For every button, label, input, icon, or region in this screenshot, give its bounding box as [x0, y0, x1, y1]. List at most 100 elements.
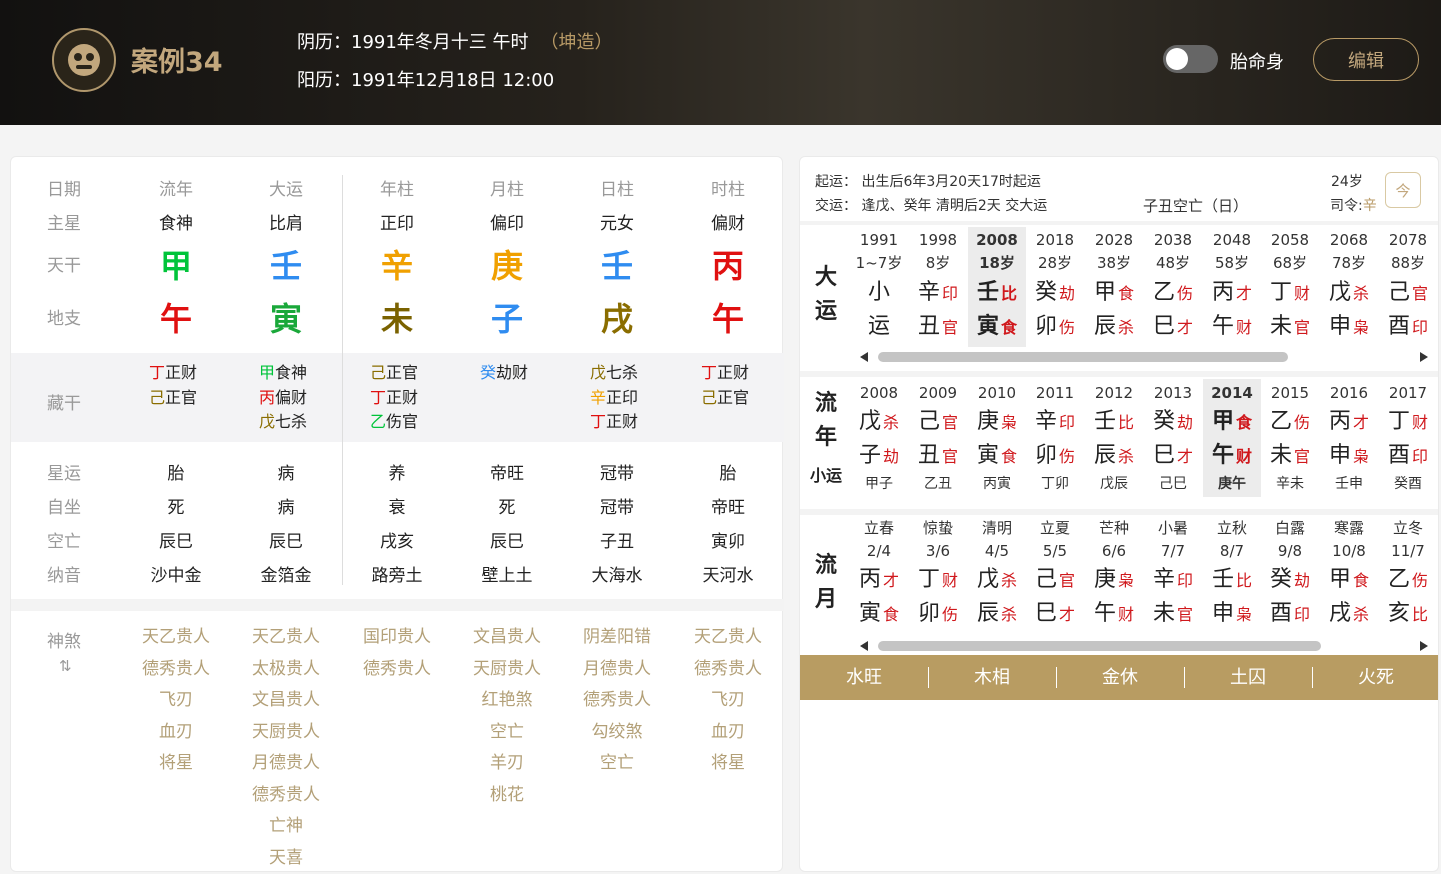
liuyue-item[interactable]: 芒种6/6庚枭午财 — [1085, 515, 1143, 633]
liunian-item[interactable]: 2008戊杀子劫甲子 — [850, 379, 908, 497]
zizuo: 死 — [121, 493, 231, 518]
zhi-god: 杀 — [1118, 318, 1134, 337]
liuyue-item[interactable]: 清明4/5戊杀辰杀 — [968, 515, 1026, 633]
pillar-gan: 庚枭 — [968, 405, 1026, 440]
jieqi-date: 7/7 — [1144, 540, 1202, 563]
gan-char: 丙 — [859, 567, 881, 592]
shensha-item: 德秀贵人 — [231, 780, 341, 812]
pillar-zhi: 未官 — [1261, 439, 1319, 474]
dayun-year: 2078 — [1379, 229, 1437, 252]
liunian-item[interactable]: 2011辛印卯伤丁卯 — [1026, 379, 1084, 497]
dayun-item[interactable]: 206878岁戊杀申枭 — [1320, 227, 1378, 347]
canggan-item: 乙伤官 — [370, 410, 480, 435]
dayun-item[interactable]: 19911~7岁小运 — [850, 227, 908, 347]
pillar-zhi: 申枭 — [1320, 439, 1378, 474]
pillar-zhi: 未官 — [1261, 310, 1319, 345]
gan-god: 比 — [1236, 571, 1252, 590]
liunian-item[interactable]: 2009己官丑官乙丑 — [909, 379, 967, 497]
horizontal-scrollbar[interactable] — [860, 641, 1430, 651]
liunian-item[interactable]: 2015乙伤未官辛未 — [1261, 379, 1319, 497]
liuyue-item[interactable]: 小暑7/7辛印未官 — [1144, 515, 1202, 633]
shensha-sort-icon[interactable]: ⇅ — [59, 657, 72, 675]
pillar-zhi: 寅食 — [968, 310, 1026, 345]
jieqi-name: 立冬 — [1379, 517, 1437, 540]
gender-tag: （坤造） — [541, 32, 613, 53]
zhi-char: 未 — [1153, 601, 1175, 626]
dayun-year: 2058 — [1261, 229, 1319, 252]
gan-char: 甲 — [1329, 567, 1351, 592]
liunian-item[interactable]: 2016丙才申枭壬申 — [1320, 379, 1378, 497]
dayun-item[interactable]: 200818岁壬比寅食 — [968, 227, 1026, 347]
zhi-char: 未 — [1270, 443, 1292, 468]
pillar-gan: 乙伤 — [1144, 276, 1202, 311]
calendar-icon[interactable]: 今 — [1385, 172, 1421, 208]
zhi-god: 才 — [1177, 318, 1193, 337]
edit-button[interactable]: 编辑 — [1313, 38, 1419, 81]
dayun-item[interactable]: 207888岁己官酉印 — [1379, 227, 1437, 347]
dayun-item[interactable]: 205868岁丁财未官 — [1261, 227, 1319, 347]
liuyue-item[interactable]: 白露9/8癸劫酉印 — [1261, 515, 1319, 633]
xiaoyun-ganzhi: 癸酉 — [1379, 473, 1437, 496]
bazi-chart-panel: 日期主星天干地支藏干星运自坐空亡纳音流年食神甲午丁正财己正官胎死辰巳沙中金天乙贵… — [10, 156, 783, 872]
pillar-zhi: 寅食 — [850, 597, 908, 632]
liuyue-item[interactable]: 寒露10/8甲食戌杀 — [1320, 515, 1378, 633]
siling-text: 司令:辛 — [1330, 195, 1377, 215]
liuyue-item[interactable]: 惊蛰3/6丁财卯伤 — [909, 515, 967, 633]
taimingshen-toggle[interactable] — [1163, 45, 1218, 73]
liuyue-item[interactable]: 立春2/4丙才寅食 — [850, 515, 908, 633]
scroll-left-arrow[interactable] — [860, 352, 868, 362]
gan-god: 伤 — [1412, 571, 1428, 590]
shensha-item: 将星 — [121, 748, 231, 780]
shensha-item: 天厨贵人 — [231, 717, 341, 749]
dayun-item[interactable]: 19988岁辛印丑官 — [909, 227, 967, 347]
zhi-char: 酉 — [1388, 314, 1410, 339]
xingyun: 胎 — [121, 459, 231, 484]
canggan-list: 己正官丁正财乙伤官 — [370, 361, 480, 435]
zhi-char: 未 — [1270, 314, 1292, 339]
solar-date: 阳历：1991年12月18日 12:00 — [297, 66, 554, 92]
xiaoyun-label: 小运 — [810, 462, 842, 486]
section-label: 流年 — [810, 387, 842, 457]
gan-char: 壬 — [977, 280, 999, 305]
gan-god: 才 — [1353, 413, 1369, 432]
zhi-char: 丑 — [918, 314, 940, 339]
dayun-item[interactable]: 201828岁癸劫卯伤 — [1026, 227, 1084, 347]
zhi-god: 枭 — [1353, 447, 1369, 466]
canggan-god: 正官 — [717, 388, 749, 407]
gan-god: 财 — [942, 571, 958, 590]
liuyue-item[interactable]: 立冬11/7乙伤亥比 — [1379, 515, 1437, 633]
canggan-stem: 丙 — [259, 388, 275, 407]
dayun-item[interactable]: 203848岁乙伤巳才 — [1144, 227, 1202, 347]
gan-char: 己 — [918, 409, 940, 434]
zhi-char: 寅 — [977, 443, 999, 468]
xiaoyun-ganzhi: 丁卯 — [1026, 473, 1084, 496]
liunian-item[interactable]: 2014甲食午财庚午 — [1203, 379, 1261, 497]
liunian-item[interactable]: 2012壬比辰杀戊辰 — [1085, 379, 1143, 497]
pillar-gan: 丁财 — [1379, 405, 1437, 440]
tiangan: 壬 — [562, 241, 672, 287]
dayun-item[interactable]: 204858岁丙才午财 — [1203, 227, 1261, 347]
liunian-item[interactable]: 2013癸劫巳才己巳 — [1144, 379, 1202, 497]
horizontal-scrollbar[interactable] — [860, 352, 1430, 362]
liuyue-item[interactable]: 立秋8/7壬比申枭 — [1203, 515, 1261, 633]
dayun-year: 2038 — [1144, 229, 1202, 252]
pillar-zhi: 巳才 — [1144, 439, 1202, 474]
divider — [800, 371, 1439, 377]
main-star: 偏财 — [673, 209, 783, 234]
liuyue-item[interactable]: 立夏5/5己官巳才 — [1026, 515, 1084, 633]
scroll-thumb[interactable] — [878, 641, 1321, 651]
scroll-right-arrow[interactable] — [1420, 641, 1428, 651]
scroll-right-arrow[interactable] — [1420, 352, 1428, 362]
pillar-zhi: 戌杀 — [1320, 597, 1378, 632]
gan-god: 官 — [1412, 284, 1428, 303]
dayun-item[interactable]: 202838岁甲食辰杀 — [1085, 227, 1143, 347]
canggan-god: 偏财 — [275, 388, 307, 407]
scroll-left-arrow[interactable] — [860, 641, 868, 651]
shensha-item: 红艳煞 — [452, 685, 562, 717]
liunian-item[interactable]: 2010庚枭寅食丙寅 — [968, 379, 1026, 497]
scroll-thumb[interactable] — [878, 352, 1288, 362]
shensha-item: 文昌贵人 — [452, 622, 562, 654]
gan-god: 才 — [883, 571, 899, 590]
liunian-item[interactable]: 2017丁财酉印癸酉 — [1379, 379, 1437, 497]
gan-char: 己 — [1388, 280, 1410, 305]
